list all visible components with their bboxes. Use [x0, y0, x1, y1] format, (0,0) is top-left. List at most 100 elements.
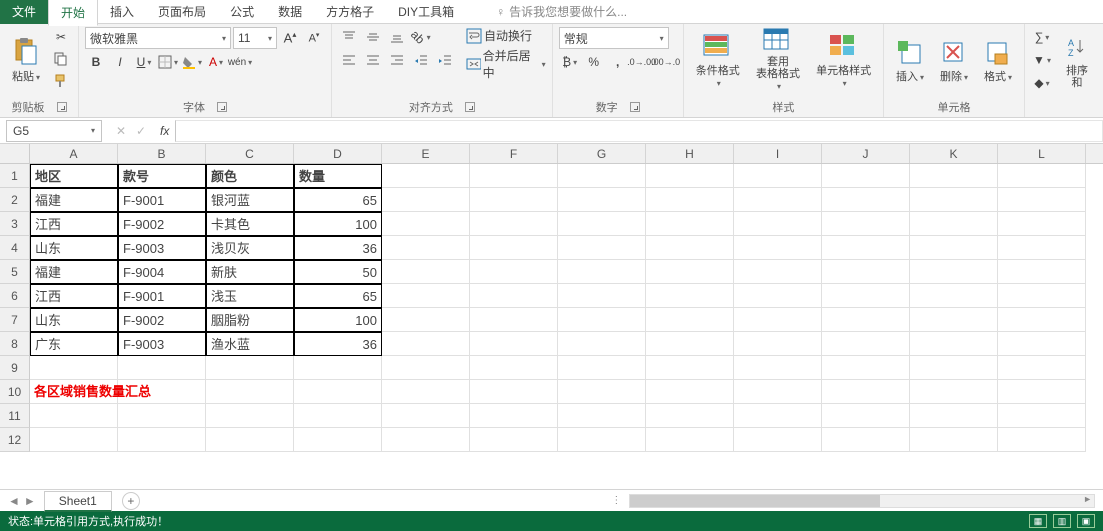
row-header[interactable]: 7 [0, 308, 30, 332]
cell[interactable] [206, 356, 294, 380]
cell[interactable]: 浅玉 [206, 284, 294, 308]
cell[interactable] [998, 356, 1086, 380]
cell[interactable] [998, 380, 1086, 404]
cell[interactable] [382, 380, 470, 404]
clipboard-dialog-launcher[interactable] [57, 102, 67, 112]
cell[interactable] [382, 212, 470, 236]
cell[interactable]: F-9002 [118, 308, 206, 332]
align-top-button[interactable] [338, 27, 360, 47]
cell[interactable] [382, 428, 470, 452]
cell[interactable]: F-9004 [118, 260, 206, 284]
cell[interactable] [646, 404, 734, 428]
cell[interactable] [206, 380, 294, 404]
align-right-button[interactable] [386, 50, 408, 70]
sort-filter-button[interactable]: AZ 排序和 [1057, 27, 1097, 93]
cell[interactable] [910, 236, 998, 260]
column-header[interactable]: J [822, 144, 910, 163]
cell[interactable] [998, 236, 1086, 260]
cell[interactable]: 新肤 [206, 260, 294, 284]
cell[interactable] [30, 404, 118, 428]
insert-cells-button[interactable]: 插入▾ [890, 27, 930, 93]
cell[interactable] [910, 428, 998, 452]
cell[interactable] [382, 308, 470, 332]
cell[interactable] [998, 164, 1086, 188]
cell[interactable] [118, 380, 206, 404]
cell[interactable]: 颜色 [206, 164, 294, 188]
cell[interactable]: 65 [294, 188, 382, 212]
format-cells-button[interactable]: 格式▾ [978, 27, 1018, 93]
cell[interactable] [470, 404, 558, 428]
cell[interactable] [558, 380, 646, 404]
cell[interactable]: 地区 [30, 164, 118, 188]
cell[interactable] [822, 332, 910, 356]
cell[interactable] [646, 428, 734, 452]
cell[interactable] [646, 332, 734, 356]
copy-button[interactable] [50, 49, 72, 69]
tab-insert[interactable]: 插入 [98, 0, 146, 24]
cell[interactable] [910, 260, 998, 284]
tab-data[interactable]: 数据 [266, 0, 314, 24]
column-header[interactable]: I [734, 144, 822, 163]
cell[interactable] [910, 356, 998, 380]
cell[interactable] [734, 236, 822, 260]
column-header[interactable]: E [382, 144, 470, 163]
column-header[interactable]: C [206, 144, 294, 163]
tab-home[interactable]: 开始 [48, 0, 98, 26]
tab-formulas[interactable]: 公式 [218, 0, 266, 24]
increase-indent-button[interactable] [434, 50, 456, 70]
phonetic-button[interactable]: wén▾ [229, 52, 251, 72]
cell[interactable]: 36 [294, 332, 382, 356]
cell[interactable]: 山东 [30, 308, 118, 332]
cell[interactable] [734, 356, 822, 380]
row-header[interactable]: 3 [0, 212, 30, 236]
row-header[interactable]: 1 [0, 164, 30, 188]
font-size-select[interactable]: 11▾ [233, 27, 277, 49]
tab-file[interactable]: 文件 [0, 0, 48, 24]
cell[interactable]: 卡其色 [206, 212, 294, 236]
cancel-formula-button[interactable]: ✕ [112, 124, 130, 138]
align-left-button[interactable] [338, 50, 360, 70]
cell[interactable] [382, 404, 470, 428]
cell[interactable] [822, 260, 910, 284]
row-header[interactable]: 4 [0, 236, 30, 260]
name-box[interactable]: G5▾ [6, 120, 102, 142]
cell[interactable] [382, 260, 470, 284]
column-header[interactable]: F [470, 144, 558, 163]
cell[interactable] [646, 260, 734, 284]
cell[interactable] [734, 260, 822, 284]
increase-decimal-button[interactable]: .0→.00 [631, 52, 653, 72]
cell[interactable]: 福建 [30, 260, 118, 284]
cell[interactable] [998, 332, 1086, 356]
cell[interactable] [294, 356, 382, 380]
border-button[interactable]: ▾ [157, 52, 179, 72]
autosum-button[interactable]: ∑▾ [1031, 27, 1053, 47]
cell[interactable] [822, 164, 910, 188]
cell[interactable] [646, 308, 734, 332]
cell[interactable] [470, 236, 558, 260]
tab-diy[interactable]: DIY工具箱 [386, 0, 466, 24]
horizontal-scrollbar[interactable] [629, 494, 1095, 508]
cell[interactable] [558, 188, 646, 212]
cell[interactable] [382, 164, 470, 188]
fill-button[interactable]: ▼▾ [1031, 50, 1053, 70]
cell[interactable] [30, 356, 118, 380]
cell[interactable] [558, 212, 646, 236]
decrease-indent-button[interactable] [410, 50, 432, 70]
cell[interactable] [558, 236, 646, 260]
cell[interactable] [646, 188, 734, 212]
cell[interactable] [470, 428, 558, 452]
sheet-tab-sheet1[interactable]: Sheet1 [44, 491, 112, 512]
spreadsheet-grid[interactable]: ABCDEFGHIJKL 1地区款号颜色数量2福建F-9001银河蓝653江西F… [0, 144, 1103, 489]
formula-input[interactable] [175, 120, 1103, 142]
cell[interactable] [822, 308, 910, 332]
row-header[interactable]: 2 [0, 188, 30, 212]
cell[interactable] [910, 308, 998, 332]
font-dialog-launcher[interactable] [217, 102, 227, 112]
cell[interactable] [910, 188, 998, 212]
cell[interactable] [910, 164, 998, 188]
align-bottom-button[interactable] [386, 27, 408, 47]
cell[interactable] [470, 164, 558, 188]
cell[interactable] [646, 212, 734, 236]
row-header[interactable]: 8 [0, 332, 30, 356]
decrease-decimal-button[interactable]: .00→.0 [655, 52, 677, 72]
